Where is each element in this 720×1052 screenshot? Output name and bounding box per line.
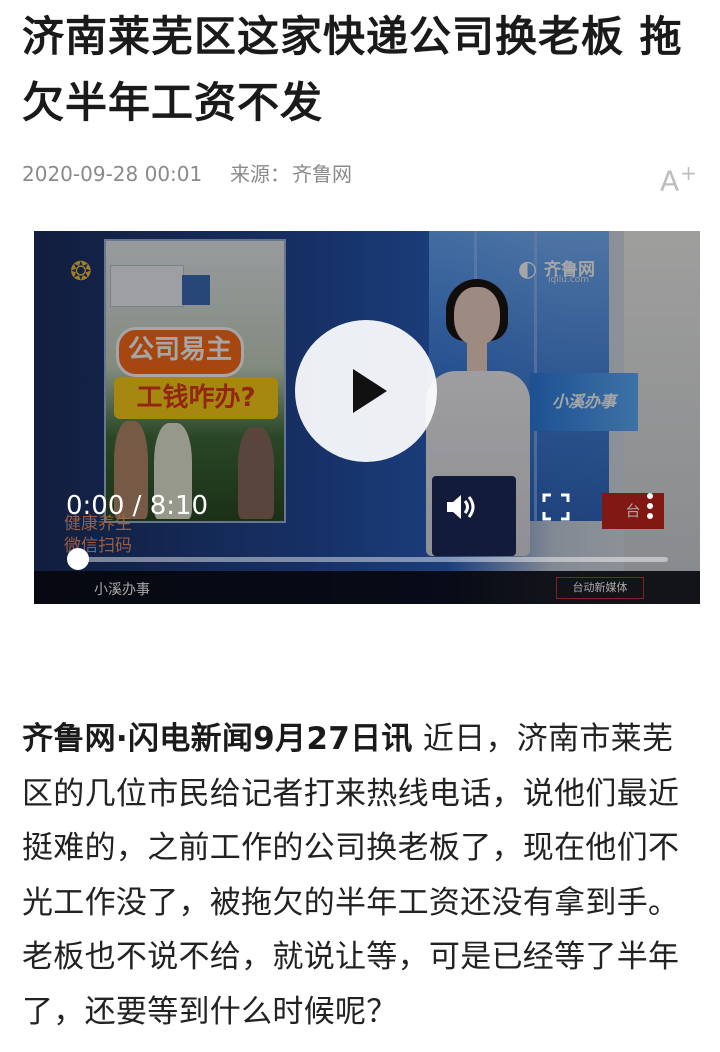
article-lead: 齐鲁网·闪电新闻9月27日讯	[22, 721, 413, 757]
current-time: 0:00	[66, 491, 125, 521]
publish-date: 2020-09-28 00:01	[22, 162, 203, 186]
source-label: 来源：	[230, 162, 290, 186]
font-size-icon: A	[660, 164, 680, 198]
font-size-button[interactable]: A+	[660, 158, 704, 196]
article-body: 齐鲁网·闪电新闻9月27日讯 近日，济南市莱芜区的几位市民给记者打来热线电话，说…	[22, 712, 702, 1039]
progress-knob[interactable]	[67, 548, 89, 570]
fullscreen-icon[interactable]	[540, 491, 572, 523]
source-name: 齐鲁网	[292, 162, 352, 186]
article-title: 济南莱芜区这家快递公司换老板 拖欠半年工资不发	[22, 12, 683, 127]
video-progress-bar[interactable]	[67, 548, 668, 570]
more-vertical-icon[interactable]	[640, 489, 660, 525]
video-time: 0:00 / 8:10	[66, 491, 209, 521]
duration: 8:10	[149, 491, 209, 521]
article-text: 近日，济南市莱芜区的几位市民给记者打来热线电话，说他们最近挺难的，之前工作的公司…	[22, 721, 680, 1030]
video-player[interactable]: 公司易主 工钱咋办? 小溪办事 ❂ ◐ 齐鲁网 iqilu.com 小溪办事 台…	[34, 231, 700, 604]
play-icon	[353, 369, 387, 413]
article-meta: 2020-09-28 00:01 来源： 齐鲁网 A+	[22, 158, 704, 196]
play-button[interactable]	[295, 320, 437, 462]
font-size-plus: +	[680, 161, 697, 185]
volume-icon[interactable]	[442, 489, 478, 525]
